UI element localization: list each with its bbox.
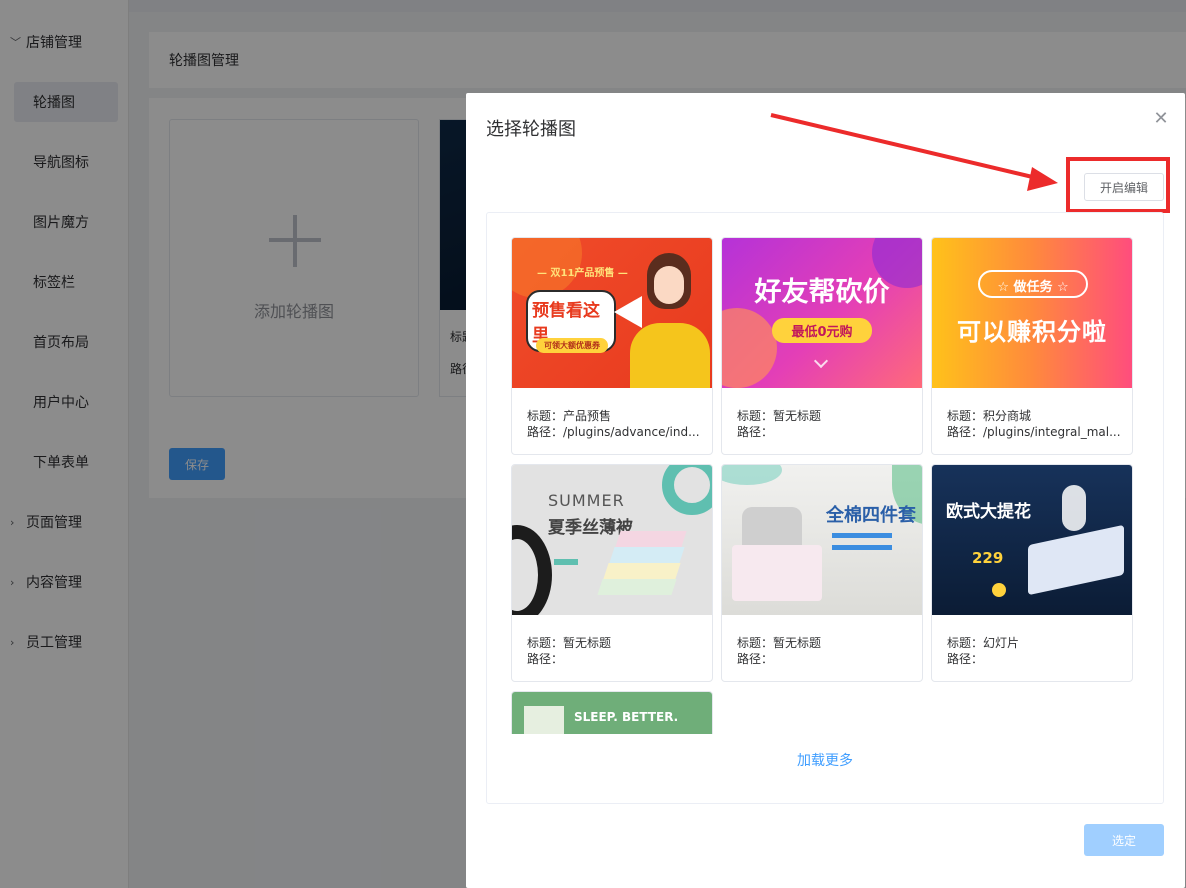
card-title: 标题：积分商城 — [947, 409, 1032, 423]
card-path: 路径： — [947, 652, 984, 666]
card-path: 路径： — [527, 652, 564, 666]
carousel-option-card[interactable]: 全棉四件套 标题：暂无标题 路径： — [721, 464, 923, 682]
banner-sleep-image: SLEEP. BETTER. — [512, 692, 712, 734]
enable-edit-button[interactable]: 开启编辑 — [1084, 173, 1164, 201]
load-more-link[interactable]: 加载更多 — [487, 750, 1163, 770]
banner-text: ☆ 做任务 ☆ — [997, 280, 1069, 295]
banner-text: 全棉四件套 — [826, 505, 916, 526]
banner-text: 欧式大提花 — [946, 502, 1031, 522]
card-path: 路径： — [737, 652, 774, 666]
banner-text: — 双11产品预售 — — [537, 268, 628, 279]
carousel-option-card[interactable]: ☆ 做任务 ☆ 可以赚积分啦 标题：积分商城 路径：/plugins/integ… — [931, 237, 1133, 455]
banner-text: SUMMER — [548, 491, 625, 510]
card-title: 标题：暂无标题 — [737, 636, 822, 650]
banner-points-image: ☆ 做任务 ☆ 可以赚积分啦 — [932, 238, 1132, 388]
banner-text: SLEEP. BETTER. — [574, 710, 679, 724]
banner-bargain-image: 好友帮砍价 最低0元购 — [722, 238, 922, 388]
banner-jacquard-image: 欧式大提花 229 — [932, 465, 1132, 615]
card-title: 标题：暂无标题 — [527, 636, 612, 650]
card-path: 路径： — [737, 425, 774, 439]
card-path: 路径：/plugins/integral_mal... — [947, 425, 1121, 439]
banner-text: 可以赚积分啦 — [957, 318, 1107, 346]
carousel-option-card[interactable]: 欧式大提花 229 标题：幻灯片 路径： — [931, 464, 1133, 682]
banner-text: 好友帮砍价 — [754, 277, 890, 308]
carousel-option-card[interactable]: SLEEP. BETTER. — [511, 691, 713, 734]
banner-text: 最低0元购 — [772, 318, 872, 343]
carousel-option-card[interactable]: 好友帮砍价 最低0元购 标题：暂无标题 路径： — [721, 237, 923, 455]
card-info: 标题：产品预售 路径：/plugins/advance/ind... — [527, 408, 702, 440]
image-gallery: — 双11产品预售 — 预售看这里 可领大额优惠券 标题：产品预售 路径：/pl… — [486, 212, 1164, 804]
card-info: 标题：积分商城 路径：/plugins/integral_mal... — [947, 408, 1122, 440]
card-info: 标题：暂无标题 路径： — [737, 635, 912, 667]
select-carousel-dialog: 选择轮播图 ✕ 开启编辑 — 双11产品预售 — 预售看这里 可领大额优惠券 标… — [466, 93, 1185, 888]
banner-presale-image: — 双11产品预售 — 预售看这里 可领大额优惠券 — [512, 238, 712, 388]
banner-summer-quilt-image: SUMMER 夏季丝薄被 — [512, 465, 712, 615]
carousel-option-card[interactable]: — 双11产品预售 — 预售看这里 可领大额优惠券 标题：产品预售 路径：/pl… — [511, 237, 713, 455]
card-info: 标题：暂无标题 路径： — [737, 408, 912, 440]
card-info: 标题：幻灯片 路径： — [947, 635, 1122, 667]
card-info: 标题：暂无标题 路径： — [527, 635, 702, 667]
banner-text: 229 — [972, 549, 1004, 567]
banner-bedding-image: 全棉四件套 — [722, 465, 922, 615]
gallery-scroll-area[interactable]: — 双11产品预售 — 预售看这里 可领大额优惠券 标题：产品预售 路径：/pl… — [511, 237, 1141, 734]
card-title: 标题：幻灯片 — [947, 636, 1020, 650]
confirm-button[interactable]: 选定 — [1084, 824, 1164, 856]
card-title: 标题：暂无标题 — [737, 409, 822, 423]
banner-text: 可领大额优惠券 — [536, 338, 608, 353]
carousel-option-card[interactable]: SUMMER 夏季丝薄被 标题：暂无标题 路径： — [511, 464, 713, 682]
card-title: 标题：产品预售 — [527, 409, 612, 423]
card-path: 路径：/plugins/advance/ind... — [527, 425, 700, 439]
